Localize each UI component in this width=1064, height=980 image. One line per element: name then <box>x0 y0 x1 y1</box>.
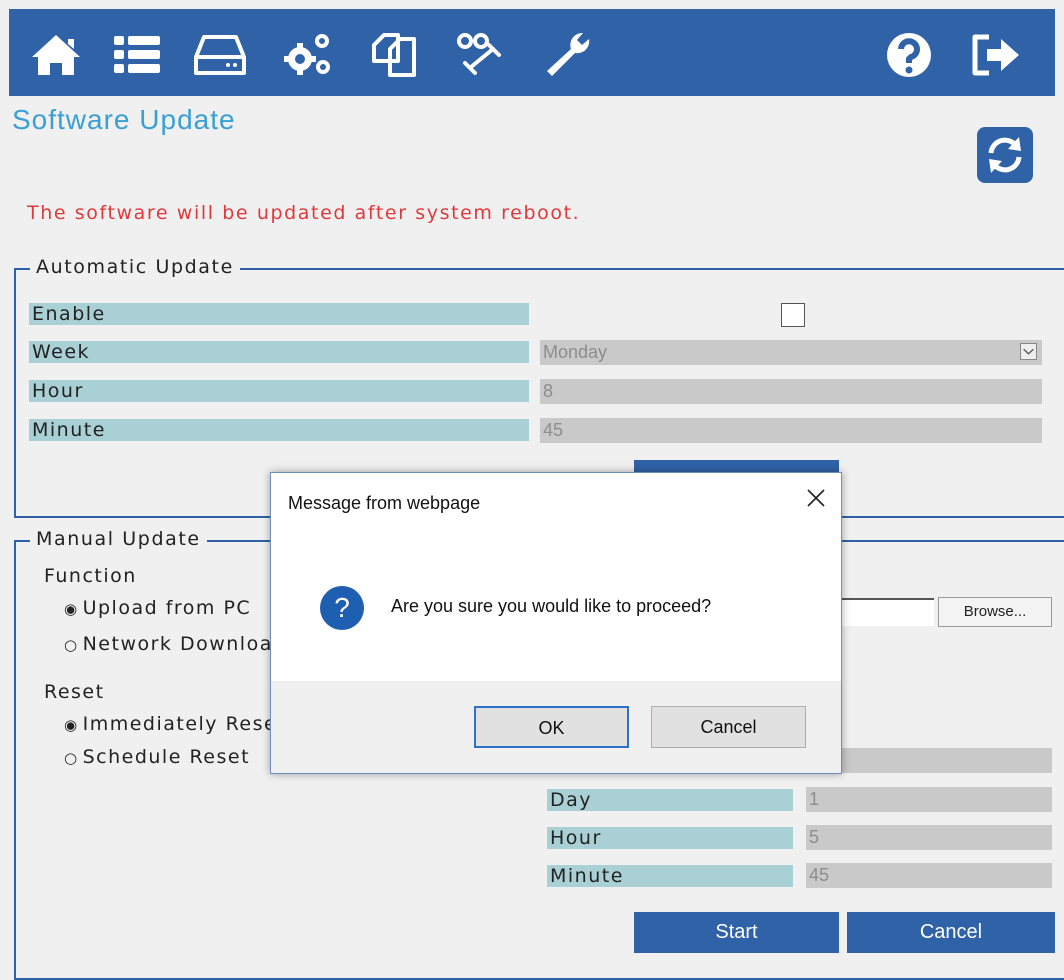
start-button[interactable]: Start <box>634 912 839 953</box>
upload-from-pc-radio[interactable]: ◉ Upload from PC <box>64 597 251 619</box>
hour-label: Hour <box>29 380 529 402</box>
reset-minute-input[interactable]: 45 <box>806 863 1052 888</box>
reset-hour-label: Hour <box>547 827 793 849</box>
dialog-title: Message from webpage <box>288 493 481 513</box>
dialog-cancel-button[interactable]: Cancel <box>651 706 806 748</box>
question-icon: ? <box>320 586 364 630</box>
tools-icon[interactable] <box>453 27 509 83</box>
immediately-reset-radio[interactable]: ◉ Immediately Reset <box>64 713 286 735</box>
enable-checkbox[interactable] <box>781 303 805 327</box>
file-path-input[interactable] <box>838 598 934 626</box>
schedule-option-label: Schedule Reset <box>82 746 251 768</box>
automatic-update-legend: Automatic Update <box>30 256 240 278</box>
page-title: Software Update <box>12 104 236 135</box>
reset-hour-input[interactable]: 5 <box>806 825 1052 850</box>
ok-button[interactable]: OK <box>474 706 629 748</box>
list-icon[interactable] <box>109 27 165 83</box>
reboot-notice: The software will be updated after syste… <box>27 202 581 224</box>
upload-option-label: Upload from PC <box>82 597 252 619</box>
schedule-field-hidden[interactable] <box>806 748 1052 773</box>
network-download-radio[interactable]: ○ Network Download <box>64 633 286 655</box>
confirm-dialog: Message from webpage ? Are you sure you … <box>270 472 842 774</box>
hour-input[interactable]: 8 <box>540 379 1042 404</box>
minute-label: Minute <box>29 419 529 441</box>
dialog-message: Are you sure you would like to proceed? <box>391 596 712 616</box>
browse-button[interactable]: Browse... <box>938 597 1052 627</box>
enable-label: Enable <box>29 303 529 325</box>
logout-icon[interactable] <box>967 27 1023 83</box>
radio-unselected-icon: ○ <box>64 636 79 654</box>
storage-icon[interactable] <box>192 27 248 83</box>
immediate-option-label: Immediately Reset <box>82 713 287 735</box>
reset-label: Reset <box>44 681 105 703</box>
copy-icon[interactable] <box>366 27 422 83</box>
home-icon[interactable] <box>28 27 84 83</box>
week-select[interactable]: Monday <box>540 340 1042 365</box>
day-label: Day <box>547 789 793 811</box>
refresh-icon <box>988 137 1022 173</box>
day-input[interactable]: 1 <box>806 787 1052 812</box>
wrench-icon[interactable] <box>539 27 595 83</box>
minute-input[interactable]: 45 <box>540 418 1042 443</box>
function-label: Function <box>44 565 137 587</box>
cancel-button[interactable]: Cancel <box>847 912 1055 953</box>
refresh-button[interactable] <box>977 127 1033 183</box>
reset-minute-label: Minute <box>547 865 793 887</box>
radio-selected-icon: ◉ <box>64 600 79 618</box>
manual-update-legend: Manual Update <box>30 528 207 550</box>
top-toolbar <box>9 9 1055 96</box>
week-label: Week <box>29 341 529 363</box>
chevron-down-icon[interactable] <box>1020 343 1037 360</box>
radio-selected-icon: ◉ <box>64 716 79 734</box>
network-option-label: Network Download <box>82 633 287 655</box>
help-icon[interactable] <box>881 27 937 83</box>
week-value: Monday <box>543 342 608 362</box>
settings-icon[interactable] <box>280 27 336 83</box>
close-icon[interactable] <box>805 487 827 509</box>
schedule-reset-radio[interactable]: ○ Schedule Reset <box>64 746 250 768</box>
radio-unselected-icon: ○ <box>64 749 79 767</box>
